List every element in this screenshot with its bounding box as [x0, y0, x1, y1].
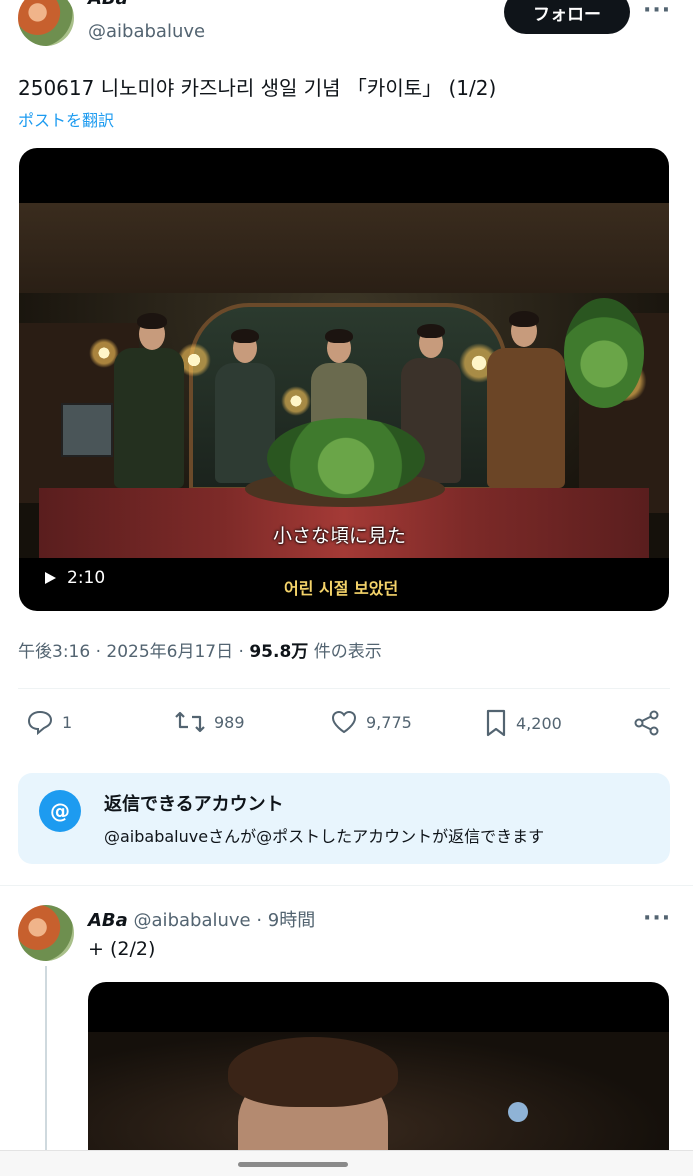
translate-post-link[interactable]: ポストを翻訳 [18, 107, 114, 131]
performer-1 [114, 348, 184, 488]
reply-more-options-icon[interactable]: ··· [643, 906, 671, 931]
reply-button[interactable]: 1 [26, 709, 72, 735]
view-count: 95.8万 [249, 642, 309, 662]
meta-separator: · [90, 642, 107, 662]
repost-count: 989 [214, 712, 245, 732]
like-count: 9,775 [366, 712, 412, 732]
reply-icon [27, 710, 53, 735]
performer-2 [215, 363, 275, 483]
repost-icon [175, 711, 205, 733]
video-frame [19, 203, 669, 558]
more-options-icon[interactable]: ··· [643, 0, 671, 23]
system-bottom-bar [0, 1150, 693, 1176]
home-indicator[interactable] [238, 1162, 348, 1167]
bookmark-button[interactable]: 4,200 [484, 709, 562, 737]
bookmark-count: 4,200 [516, 713, 562, 733]
bookmark-icon [486, 709, 506, 737]
meta-separator: · [233, 642, 250, 662]
ceiling [19, 203, 669, 293]
repost-button[interactable]: 989 [174, 709, 245, 735]
author-handle[interactable]: @aibabaluve [88, 21, 205, 42]
video-player[interactable]: 小さな頃に見た 어린 시절 보았던 2:10 [19, 148, 669, 611]
follow-button[interactable]: フォロー [504, 0, 630, 34]
reply-restriction-notice: @ 返信できるアカウント @aibabaluveさんが@ポストしたアカウントが返… [18, 773, 670, 864]
share-button[interactable] [633, 709, 661, 737]
performer-4-hair [417, 324, 445, 338]
heart-icon [331, 710, 357, 734]
center-plant [267, 418, 425, 498]
video-controls: 2:10 [43, 568, 105, 588]
share-icon [634, 710, 659, 736]
reply-video-hair [228, 1037, 398, 1107]
reply-post-time[interactable]: 9時間 [268, 910, 315, 931]
tv-screen [61, 403, 113, 457]
performer-3-hair [325, 329, 353, 343]
reply-post-header: ABa @aibabaluve · 9時間 [88, 906, 315, 932]
reply-author-handle[interactable]: @aibabaluve [134, 910, 251, 931]
reply-video-light [508, 1102, 528, 1122]
video-subtitle-korean: 어린 시절 보았던 [284, 579, 399, 598]
at-sign-icon: @ [39, 790, 81, 832]
reply-author-avatar[interactable] [18, 905, 74, 961]
video-subtitle-japanese: 小さな頃に見た [273, 525, 407, 547]
lamp-glow [281, 386, 311, 416]
thread-line [45, 966, 47, 1156]
play-icon[interactable] [43, 571, 57, 585]
performer-5 [487, 348, 565, 488]
performer-1-hair [137, 313, 167, 329]
like-button[interactable]: 9,775 [330, 709, 412, 735]
reply-author-display-name[interactable]: ABa [88, 910, 128, 931]
performer-2-hair [231, 329, 259, 343]
post-time[interactable]: 午後3:16 [18, 642, 90, 662]
reply-count: 1 [62, 712, 73, 732]
potted-plant [564, 298, 644, 408]
reply-post-text: + (2/2) [88, 938, 156, 960]
author-avatar[interactable] [18, 0, 74, 46]
reply-restriction-title: 返信できるアカウント [104, 794, 284, 815]
author-display-name[interactable]: ABa [88, 0, 128, 9]
post-text: 250617 니노미야 카즈나리 생일 기념 「카이토」 (1/2) [18, 76, 497, 100]
performer-5-hair [509, 311, 539, 327]
reply-video-player[interactable] [88, 982, 669, 1172]
time-separator: · [250, 910, 268, 931]
video-duration: 2:10 [67, 568, 106, 588]
reply-restriction-body: @aibabaluveさんが@ポストしたアカウントが返信できます [104, 827, 545, 846]
post-meta: 午後3:16 · 2025年6月17日 · 95.8万 件の表示 [18, 637, 382, 662]
post-date[interactable]: 2025年6月17日 [106, 642, 233, 662]
divider [18, 688, 670, 689]
view-count-suffix: 件の表示 [308, 642, 382, 662]
section-divider [0, 885, 693, 886]
